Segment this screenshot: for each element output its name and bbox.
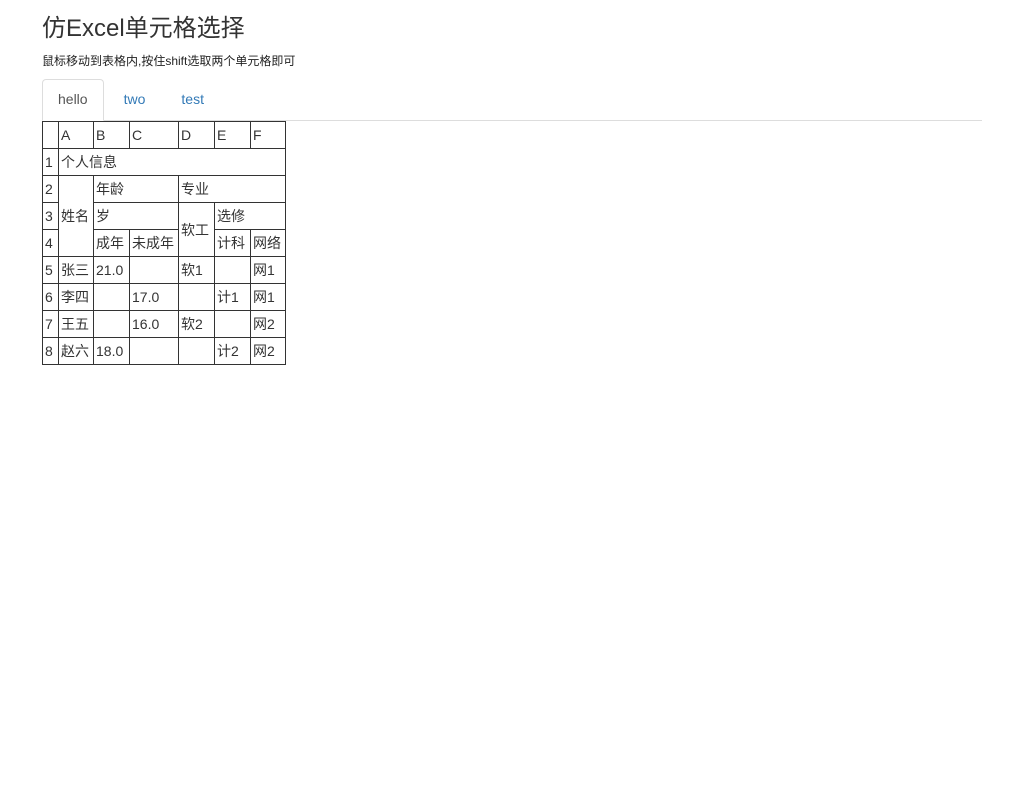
column-header-f[interactable]: F: [250, 121, 286, 149]
cell[interactable]: 18.0: [93, 337, 130, 365]
cell-cs[interactable]: 计科: [214, 229, 251, 257]
cell[interactable]: 17.0: [129, 283, 179, 311]
cell[interactable]: 王五: [58, 310, 94, 338]
instruction-text: 鼠标移动到表格内,按住shift选取两个单元格即可: [42, 54, 296, 68]
tab-bar: hello two test: [42, 79, 982, 121]
cell[interactable]: 网1: [250, 283, 286, 311]
row-number[interactable]: 6: [42, 283, 59, 311]
cell[interactable]: 计2: [214, 337, 251, 365]
column-header-b[interactable]: B: [93, 121, 130, 149]
table-row: 1 个人信息: [42, 148, 286, 176]
cell-network[interactable]: 网络: [250, 229, 286, 257]
cell[interactable]: 网1: [250, 256, 286, 284]
corner-cell: [42, 121, 59, 149]
table-row: 7 王五 16.0 软2 网2: [42, 310, 286, 338]
column-header-c[interactable]: C: [129, 121, 179, 149]
column-header-a[interactable]: A: [58, 121, 94, 149]
cell[interactable]: [93, 283, 130, 311]
table-row: 8 赵六 18.0 计2 网2: [42, 337, 286, 365]
cell[interactable]: 网2: [250, 337, 286, 365]
table-row: 2 姓名 年龄 专业: [42, 175, 286, 257]
cell[interactable]: 网2: [250, 310, 286, 338]
cell[interactable]: 16.0: [129, 310, 179, 338]
cell[interactable]: [214, 310, 251, 338]
cell[interactable]: 21.0: [93, 256, 130, 284]
cell-age[interactable]: 年龄: [93, 175, 179, 203]
tab-hello[interactable]: hello: [42, 79, 104, 121]
cell[interactable]: 张三: [58, 256, 94, 284]
cell-personal-info[interactable]: 个人信息: [58, 148, 286, 176]
cell[interactable]: 李四: [58, 283, 94, 311]
cell[interactable]: [214, 256, 251, 284]
cell[interactable]: 赵六: [58, 337, 94, 365]
cell-minor[interactable]: 未成年: [129, 229, 179, 257]
spreadsheet-table: A B C D E F 1 个人信息 2 姓名 年龄 专业 3 岁 软工 选修 …: [42, 121, 286, 365]
cell[interactable]: [93, 310, 130, 338]
cell[interactable]: 计1: [214, 283, 251, 311]
row-number[interactable]: 7: [42, 310, 59, 338]
cell[interactable]: 软2: [178, 310, 215, 338]
cell-elective[interactable]: 选修: [214, 202, 286, 230]
row-number[interactable]: 3: [42, 202, 59, 230]
cell-adult[interactable]: 成年: [93, 229, 130, 257]
row-number[interactable]: 2: [42, 175, 59, 203]
column-header-e[interactable]: E: [214, 121, 251, 149]
row-number[interactable]: 1: [42, 148, 59, 176]
cell-major[interactable]: 专业: [178, 175, 286, 203]
table-row: 6 李四 17.0 计1 网1: [42, 283, 286, 311]
row-number[interactable]: 5: [42, 256, 59, 284]
row-number[interactable]: 8: [42, 337, 59, 365]
cell-years[interactable]: 岁: [93, 202, 179, 230]
row-number[interactable]: 4: [42, 229, 59, 257]
cell-software[interactable]: 软工: [178, 202, 215, 257]
tab-two[interactable]: two: [108, 79, 162, 119]
cell[interactable]: [129, 256, 179, 284]
cell[interactable]: 软1: [178, 256, 215, 284]
column-header-row: A B C D E F: [42, 121, 286, 149]
tab-test[interactable]: test: [165, 79, 220, 119]
cell[interactable]: [178, 337, 215, 365]
cell-name[interactable]: 姓名: [58, 175, 94, 257]
table-row: 5 张三 21.0 软1 网1: [42, 256, 286, 284]
cell[interactable]: [129, 337, 179, 365]
cell[interactable]: [178, 283, 215, 311]
page-title: 仿Excel单元格选择: [42, 15, 245, 42]
column-header-d[interactable]: D: [178, 121, 215, 149]
